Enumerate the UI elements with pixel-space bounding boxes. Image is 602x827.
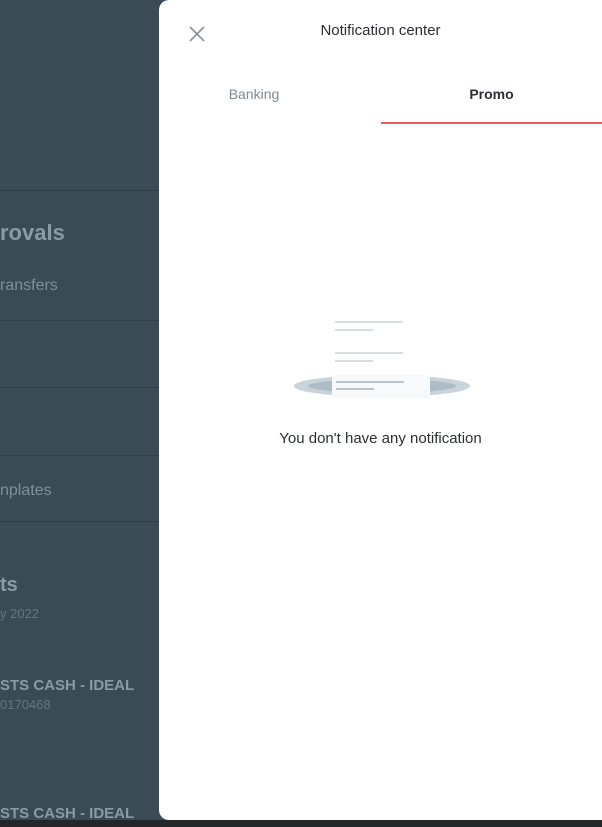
tab-banking[interactable]: Banking	[199, 86, 309, 122]
background-divider	[0, 320, 160, 321]
background-divider	[0, 455, 160, 456]
panel-title: Notification center	[320, 22, 441, 39]
background-stats-date: y 2022	[0, 606, 40, 621]
background-subtitle: ransfers	[0, 277, 58, 294]
background-divider	[0, 387, 160, 388]
background-templates-label: nplates	[0, 482, 52, 499]
tab-promo[interactable]: Promo	[381, 86, 602, 122]
background-section-heading: rovals	[0, 220, 65, 245]
background-divider	[0, 521, 160, 522]
notification-center-panel: Notification center Banking Promo You do…	[159, 0, 602, 820]
empty-state-message: You don't have any notification	[279, 430, 482, 447]
empty-notifications-illustration	[294, 321, 470, 399]
background-transaction-name: STS CASH - IDEAL	[0, 677, 135, 694]
background-divider	[0, 190, 160, 191]
background-stats-heading: ts	[0, 574, 18, 596]
background-transaction-ref: 0170468	[0, 697, 51, 712]
background-bottom-strip	[0, 820, 602, 827]
active-tab-indicator	[381, 122, 602, 124]
